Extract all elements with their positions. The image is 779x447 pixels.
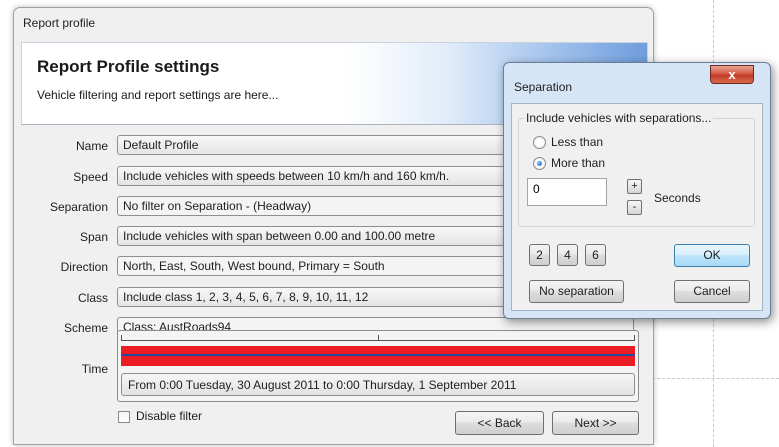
separation-dialog: Separation x Include vehicles with separ… (503, 62, 771, 319)
dialog-client: Include vehicles with separations... Les… (511, 103, 763, 311)
preset-6-button[interactable]: 6 (585, 244, 606, 266)
time-range-line (121, 354, 635, 356)
time-range-button[interactable]: From 0:00 Tuesday, 30 August 2011 to 0:0… (121, 373, 635, 396)
page-subtitle: Vehicle filtering and report settings ar… (37, 88, 279, 102)
guide-line (652, 378, 779, 379)
time-selector[interactable]: From 0:00 Tuesday, 30 August 2011 to 0:0… (117, 330, 639, 402)
seconds-label: Seconds (654, 191, 701, 205)
next-button[interactable]: Next >> (552, 411, 639, 435)
time-axis-tick (121, 335, 122, 341)
scheme-label: Scheme (63, 321, 108, 335)
separation-value-input[interactable]: 0 (527, 178, 607, 206)
more-than-radio[interactable] (533, 157, 546, 170)
ok-button[interactable]: OK (674, 244, 750, 267)
time-label: Time (81, 362, 108, 376)
back-button[interactable]: << Back (455, 411, 544, 435)
preset-4-button[interactable]: 4 (557, 244, 578, 266)
less-than-label: Less than (551, 135, 604, 149)
name-label: Name (75, 139, 108, 153)
class-label: Class (77, 291, 108, 305)
group-label: Include vehicles with separations... (524, 111, 714, 125)
time-axis-tick (634, 335, 635, 341)
increment-button[interactable]: + (627, 179, 642, 194)
speed-label: Speed (73, 170, 108, 184)
less-than-radio[interactable] (533, 136, 546, 149)
dialog-title: Separation (514, 80, 573, 94)
cancel-button[interactable]: Cancel (674, 280, 750, 303)
close-icon: x (728, 67, 736, 82)
separation-label: Separation (49, 200, 108, 214)
preset-2-button[interactable]: 2 (529, 244, 550, 266)
no-separation-button[interactable]: No separation (529, 280, 624, 303)
time-axis-tick (378, 335, 379, 341)
page-title: Report Profile settings (37, 57, 220, 76)
decrement-button[interactable]: - (627, 200, 642, 215)
close-button[interactable]: x (710, 65, 754, 84)
disable-filter-label: Disable filter (136, 409, 203, 423)
window-title: Report profile (23, 16, 96, 30)
disable-filter-checkbox[interactable] (118, 411, 130, 423)
more-than-label: More than (551, 156, 606, 170)
direction-label: Direction (60, 260, 108, 274)
time-range-bar[interactable] (121, 346, 635, 366)
span-label: Span (79, 230, 108, 244)
